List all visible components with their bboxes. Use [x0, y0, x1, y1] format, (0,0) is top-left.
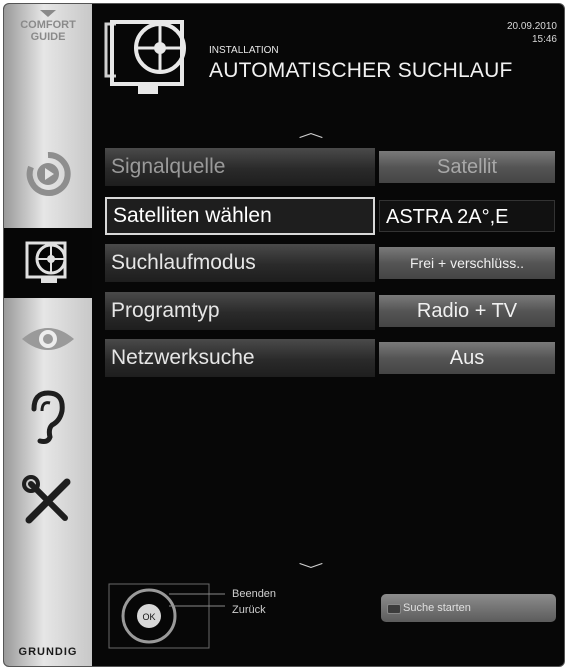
row-label[interactable]: Programtyp	[105, 292, 375, 330]
row-value[interactable]: ASTRA 2A°,E	[379, 200, 555, 232]
comfort-guide-arrow-icon	[40, 10, 56, 17]
svg-text:OK: OK	[142, 612, 155, 622]
tools-icon	[22, 475, 71, 524]
row-label[interactable]: Netzwerksuche	[105, 339, 375, 377]
comfort-label: COMFORT	[20, 19, 76, 31]
back-hint: Zurück	[232, 604, 266, 616]
row-value[interactable]: Radio + TV	[379, 295, 555, 327]
comfort-guide-button[interactable]: COMFORT GUIDE	[4, 10, 92, 43]
clock: 20.09.2010 15:46	[507, 20, 557, 46]
menu-row-satellite[interactable]: Satelliten wählen ASTRA 2A°,E	[105, 197, 555, 235]
time-text: 15:46	[531, 34, 557, 45]
scroll-down-icon[interactable]: ﹀	[298, 560, 323, 580]
brand-logo: GRUNDIG	[18, 646, 78, 658]
menu-row-network-search[interactable]: Netzwerksuche Aus	[105, 339, 555, 377]
ear-icon	[31, 390, 65, 444]
satellite-dish-icon	[104, 20, 186, 94]
sidebar-item-source[interactable]	[4, 139, 92, 209]
section-label: INSTALLATION	[209, 45, 279, 56]
guide-label: GUIDE	[30, 31, 66, 43]
sidebar-item-sound[interactable]	[4, 382, 92, 452]
menu-row-scan-mode[interactable]: Suchlaufmodus Frei + verschlüss..	[105, 244, 555, 282]
page-title: AUTOMATISCHER SUCHLAUF	[209, 59, 513, 82]
sidebar-item-picture[interactable]	[4, 304, 92, 374]
row-value[interactable]: Frei + verschlüss..	[379, 247, 555, 279]
header-icon	[102, 16, 202, 105]
row-value: Satellit	[379, 151, 555, 183]
sidebar-item-installation[interactable]	[4, 228, 92, 298]
menu-row-signal-source: Signalquelle Satellit	[105, 148, 555, 186]
row-label[interactable]: Suchlaufmodus	[105, 244, 375, 282]
sidebar-item-settings[interactable]	[4, 466, 92, 536]
red-key-icon	[387, 604, 401, 614]
exit-hint: Beenden	[232, 588, 277, 600]
screen-frame: COMFORT GUIDE GRUNDIG INSTALLATION AUTOM…	[3, 3, 565, 667]
remote-control-icon: OK	[108, 583, 225, 649]
row-label[interactable]: Satelliten wählen	[105, 197, 375, 235]
scroll-up-icon[interactable]: ︿	[298, 122, 323, 142]
start-search-label: Suche starten	[403, 602, 471, 614]
comfort-guide-sidebar: COMFORT GUIDE GRUNDIG	[4, 4, 92, 666]
row-label: Signalquelle	[105, 148, 375, 186]
eye-icon	[22, 328, 74, 350]
date-text: 20.09.2010	[506, 21, 557, 32]
satellite-dish-icon	[25, 241, 67, 283]
row-value[interactable]: Aus	[379, 342, 555, 374]
start-search-button[interactable]: Suche starten	[381, 594, 556, 622]
menu-row-program-type[interactable]: Programtyp Radio + TV	[105, 292, 555, 330]
source-icon	[26, 151, 71, 196]
